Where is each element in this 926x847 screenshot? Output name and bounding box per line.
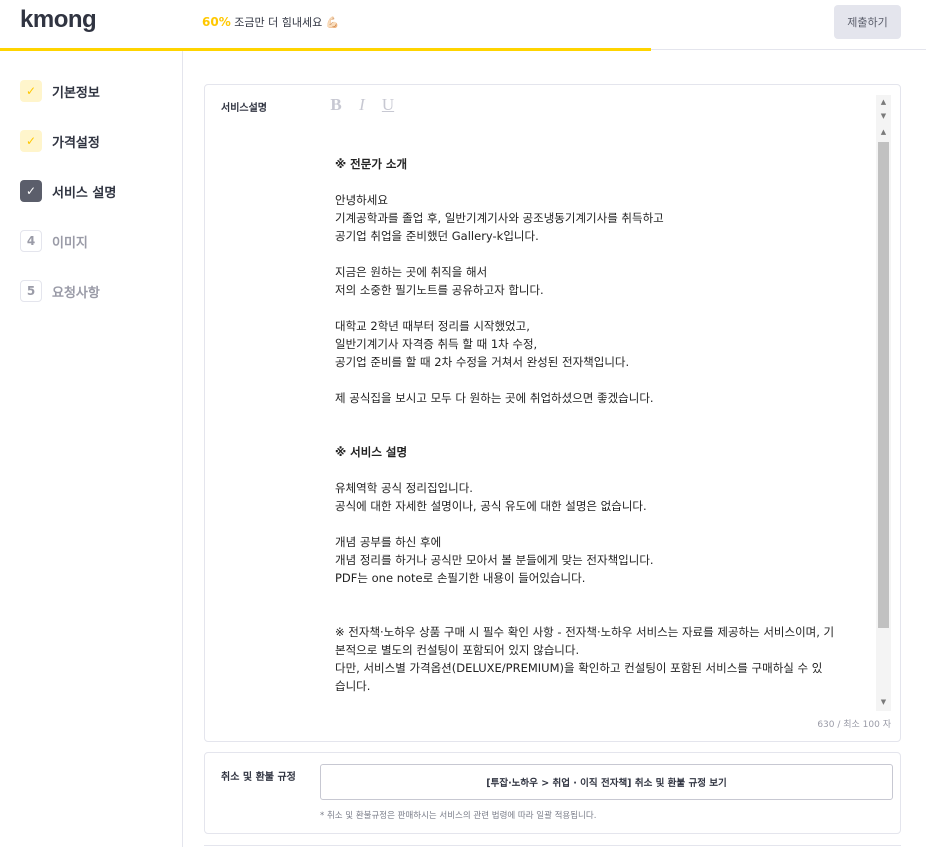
editor-line: 대학교 2학년 때부터 정리를 시작했었고, (335, 319, 530, 333)
editor-line: 기계공학과를 졸업 후, 일반기계기사와 공조냉동기계기사를 취득하고 (335, 211, 664, 225)
editor-line: 공식에 대한 자세한 설명이나, 공식 유도에 대한 설명은 없습니다. (335, 499, 647, 513)
editor-line: 공기업 취업을 준비했던 Gallery-k입니다. (335, 229, 539, 243)
step-sidebar: ✓ 기본정보 ✓ 가격설정 ✓ 서비스 설명 4 이미지 5 요청사항 (0, 51, 183, 847)
underline-icon[interactable]: U (381, 95, 395, 115)
editor-line (335, 245, 865, 263)
scroll-down-arrow-icon[interactable]: ▼ (876, 109, 891, 123)
editor-line: 공기업 준비를 할 때 2차 수정을 거쳐서 완성된 전자책입니다. (335, 355, 630, 369)
refund-policy-card: 취소 및 환불 규정 [투잡·노하우 > 취업 · 이직 전자책] 취소 및 환… (204, 752, 901, 834)
editor-line: 안녕하세요 (335, 193, 388, 207)
refund-policy-note: * 취소 및 환불규정은 판매하시는 서비스의 관련 법령에 따라 일괄 적용됩… (320, 811, 597, 821)
sidebar-step-label: 서비스 설명 (52, 185, 117, 201)
editor-line: 유체역학 공식 정리집입니다. (335, 481, 473, 495)
editor-line: 저의 소중한 필기노트를 공유하고자 합니다. (335, 283, 544, 297)
editor-line: PDF는 one note로 손필기한 내용이 들어있습니다. (335, 571, 586, 585)
editor-scrollbar[interactable]: ▲ ▼ ▲ ▼ (876, 95, 891, 711)
service-description-label: 서비스설명 (221, 103, 267, 114)
editor-line: 일반기계기사 자격증 취득 할 때 1차 수정, (335, 337, 538, 351)
scroll-up-arrow-icon[interactable]: ▲ (876, 125, 891, 139)
scroll-down-arrow-icon[interactable]: ▼ (876, 695, 891, 709)
view-refund-policy-button[interactable]: [투잡·노하우 > 취업 · 이직 전자책] 취소 및 환불 규정 보기 (320, 764, 893, 800)
editor-line: 개념 공부를 하신 후에 (335, 535, 442, 549)
sidebar-step[interactable]: 5 요청사항 (20, 279, 100, 303)
sidebar-step[interactable]: ✓ 서비스 설명 (20, 179, 116, 203)
step-number: 5 (20, 280, 42, 302)
service-description-card: 서비스설명 B I U ※ 전문가 소개안녕하세요기계공학과를 졸업 후, 일반… (204, 84, 901, 742)
submit-button[interactable]: 제출하기 (834, 5, 901, 39)
sidebar-step[interactable]: 4 이미지 (20, 229, 88, 253)
refund-policy-label: 취소 및 환불 규정 (221, 772, 296, 783)
sidebar-step[interactable]: ✓ 가격설정 (20, 129, 100, 153)
checkmark-icon: ✓ (20, 130, 42, 152)
sidebar-step-label: 요청사항 (52, 285, 100, 301)
editor-line: 지금은 원하는 곳에 취직을 해서 (335, 265, 488, 279)
editor-line (335, 605, 865, 623)
progress-encouragement: 조금만 더 힘내세요 (234, 16, 323, 29)
flexed-arm-icon: 💪🏻 (325, 16, 340, 29)
editor-line: ※ 서비스 설명 (335, 445, 408, 459)
editor-line: 개념 정리를 하거나 공식만 모아서 볼 분들에게 맞는 전자책입니다. (335, 553, 654, 567)
editor-line: 제 공식집을 보시고 모두 다 원하는 곳에 취업하셨으면 좋겠습니다. (335, 391, 654, 405)
sidebar-step-label: 이미지 (52, 235, 88, 251)
scroll-thumb[interactable] (878, 142, 889, 628)
scroll-up-arrow-icon[interactable]: ▲ (876, 95, 891, 109)
editor-line: ※ 전문가 소개 (335, 157, 408, 171)
italic-icon[interactable]: I (355, 95, 369, 115)
editor-line (335, 173, 865, 191)
editor-line: 본적으로 별도의 컨설팅이 포함되어 있지 않습니다. (335, 643, 580, 657)
kmong-logo[interactable]: kmong (20, 6, 97, 34)
sidebar-step-label: 가격설정 (52, 135, 100, 151)
top-header: kmong 60% 조금만 더 힘내세요 💪🏻 제출하기 (0, 0, 926, 51)
editor-line (335, 299, 865, 317)
editor-line (335, 425, 865, 443)
checkmark-icon: ✓ (20, 180, 42, 202)
character-count: 630 / 최소 100 자 (817, 720, 891, 730)
step-number: 4 (20, 230, 42, 252)
editor-line: 다만, 서비스별 가격옵션(DELUXE/PREMIUM)을 확인하고 컨설팅이… (335, 661, 823, 675)
sidebar-step-label: 기본정보 (52, 85, 100, 101)
editor-line (335, 515, 865, 533)
description-editor[interactable]: ※ 전문가 소개안녕하세요기계공학과를 졸업 후, 일반기계기사와 공조냉동기계… (335, 155, 865, 695)
editor-toolbar: B I U (329, 95, 395, 115)
bold-icon[interactable]: B (329, 95, 343, 115)
checkmark-icon: ✓ (20, 80, 42, 102)
progress-message: 60% 조금만 더 힘내세요 💪🏻 (202, 14, 339, 30)
editor-line: 습니다. (335, 679, 371, 693)
editor-line (335, 587, 865, 605)
sidebar-step[interactable]: ✓ 기본정보 (20, 79, 100, 103)
editor-line (335, 371, 865, 389)
editor-line: ※ 전자책·노하우 상품 구매 시 필수 확인 사항 - 전자책·노하우 서비스… (335, 625, 835, 639)
editor-line (335, 461, 865, 479)
progress-percent: 60% (202, 15, 231, 29)
editor-line (335, 407, 865, 425)
